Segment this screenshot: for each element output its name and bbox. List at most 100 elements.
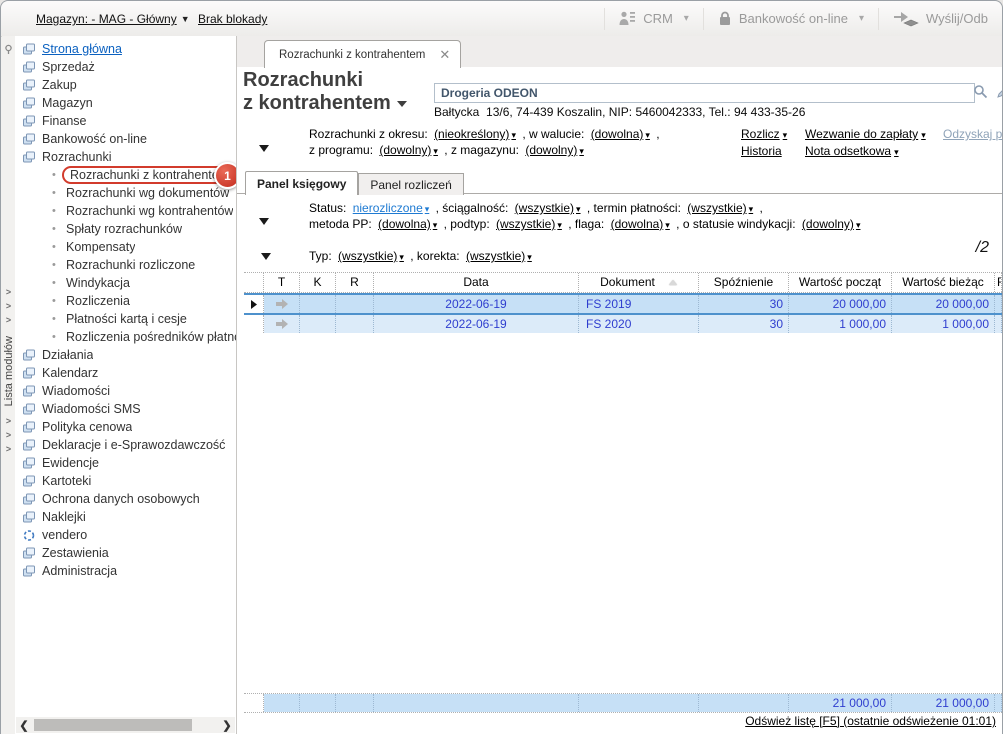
okres-dropdown[interactable]: (nieokreślony) (434, 127, 516, 141)
sciagalnosc-dropdown[interactable]: (wszystkie) (515, 201, 581, 215)
sidebar-item-administracja[interactable]: Administracja (15, 562, 236, 580)
typ-dropdown[interactable]: (wszystkie) (338, 249, 404, 263)
sidebar-item-label: Ochrona danych osobowych (42, 492, 200, 506)
sidebar-item-vendero[interactable]: vendero (15, 526, 236, 544)
program-dropdown[interactable]: (dowolny) (379, 143, 438, 157)
sidebar-item-rozrachunki-wg-kontrahentow[interactable]: •Rozrachunki wg kontrahentów (15, 202, 236, 220)
wyslij-label: Wyślij/Odb (926, 11, 988, 26)
column-header-f[interactable]: F (995, 273, 1002, 292)
sidebar-item-rozrachunki-z-kontrahentem[interactable]: •Rozrachunki z kontrahentem1 (15, 166, 236, 184)
settlements-icon (22, 151, 36, 164)
page-title: Rozrachunki z kontrahentem (243, 69, 407, 115)
rail-chevron-icon[interactable]: > (6, 288, 11, 297)
search-icon[interactable] (973, 84, 988, 104)
filters-expander-icon[interactable] (259, 145, 269, 152)
waluta-dropdown[interactable]: (dowolna) (591, 127, 650, 141)
windykacja-dropdown[interactable]: (dowolny) (802, 217, 861, 231)
column-header-wartosc-biezaca[interactable]: Wartość bieżąc (892, 273, 995, 292)
magazyn-filter-dropdown[interactable]: (dowolny) (525, 143, 584, 157)
table-row[interactable]: 2022-06-19 FS 2019 30 20 000,00 20 000,0… (244, 293, 1002, 315)
rail-chevron-icon[interactable]: > (6, 417, 11, 426)
tab-panel-ksiegowy[interactable]: Panel księgowy (245, 171, 358, 195)
contractor-input[interactable]: Drogeria ODEON (434, 83, 975, 103)
korekta-dropdown[interactable]: (wszystkie) (466, 249, 532, 263)
wezwanie-do-zaplaty-menu-button[interactable]: Wezwanie do zapłaty (805, 127, 926, 141)
sidebar-item-naklejki[interactable]: Naklejki (15, 508, 236, 526)
sidebar-item-rozrachunki-rozliczone[interactable]: •Rozrachunki rozliczone (15, 256, 236, 274)
podtyp-dropdown[interactable]: (wszystkie) (496, 217, 562, 231)
sidebar-item-label: Zestawienia (42, 546, 109, 560)
close-icon[interactable]: ✕ (439, 48, 450, 61)
sidebar-item-deklaracje[interactable]: Deklaracje i e-Sprawozdawczość (15, 436, 236, 454)
sidebar-item-rozliczenia-posrednikow[interactable]: •Rozliczenia pośredników płatno (15, 328, 236, 346)
column-header-data[interactable]: Data (374, 273, 579, 292)
sidebar-item-kartoteki[interactable]: Kartoteki (15, 472, 236, 490)
sidebar-item-magazyn[interactable]: Magazyn (15, 94, 236, 112)
sidebar-item-zestawienia[interactable]: Zestawienia (15, 544, 236, 562)
sidebar-item-dzialania[interactable]: Działania (15, 346, 236, 364)
sidebar-item-zakup[interactable]: Zakup (15, 76, 236, 94)
sidebar-item-label: Płatności kartą i cesje (66, 312, 187, 326)
sidebar-item-ochrona-danych[interactable]: Ochrona danych osobowych (15, 490, 236, 508)
rail-chevron-icon[interactable]: > (6, 445, 11, 454)
rozlicz-menu-button[interactable]: Rozlicz (741, 127, 787, 141)
scroll-left-icon[interactable]: ❮ (16, 719, 32, 732)
table-row[interactable]: 2022-06-19 FS 2020 30 1 000,00 1 000,00 (244, 315, 1002, 333)
tab-panel-rozliczen[interactable]: Panel rozliczeń (358, 173, 463, 195)
cell-t (264, 295, 300, 313)
finance-icon (22, 115, 36, 128)
sidebar-item-kompensaty[interactable]: •Kompensaty (15, 238, 236, 256)
type-filter-expander-icon[interactable] (261, 253, 271, 260)
sidebar-item-rozrachunki[interactable]: Rozrachunki (15, 148, 236, 166)
crm-menu[interactable]: CRM ▾ (604, 8, 703, 30)
title-dropdown-icon[interactable] (397, 101, 407, 107)
rail-chevron-icon[interactable]: > (6, 431, 11, 440)
sidebar-item-sprzedaz[interactable]: Sprzedaż (15, 58, 236, 76)
column-header-k[interactable]: K (300, 273, 336, 292)
sidebar-item-rozrachunki-wg-dokumentow[interactable]: •Rozrachunki wg dokumentów (15, 184, 236, 202)
column-header-wartosc-poczatkowa[interactable]: Wartość począt (789, 273, 892, 292)
sidebar-item-platnosci-karta-i-cesje[interactable]: •Płatności kartą i cesje (15, 310, 236, 328)
column-header-dokument[interactable]: Dokument (579, 273, 699, 292)
flaga-dropdown[interactable]: (dowolna) (611, 217, 670, 231)
sidebar-item-wiadomosci-sms[interactable]: Wiadomości SMS (15, 400, 236, 418)
termin-platnosci-dropdown[interactable]: (wszystkie) (687, 201, 753, 215)
sidebar-item-polityka-cenowa[interactable]: Polityka cenowa (15, 418, 236, 436)
nota-odsetkowa-menu-button[interactable]: Nota odsetkowa (805, 144, 899, 158)
bankowosc-menu[interactable]: Bankowość on-line ▾ (703, 8, 878, 30)
scroll-right-icon[interactable]: ❯ (219, 719, 235, 732)
brak-blokady-link[interactable]: Brak blokady (198, 12, 267, 26)
declarations-icon (22, 439, 36, 452)
refresh-list-link[interactable]: Odśwież listę [F5] (ostatnie odświeżenie… (745, 714, 996, 728)
tab-rozrachunki-z-kontrahentem[interactable]: Rozrachunki z kontrahentem ✕ (264, 40, 461, 68)
pin-icon[interactable] (3, 42, 14, 60)
personal-data-icon (22, 493, 36, 506)
rail-chevron-icon[interactable]: > (6, 302, 11, 311)
column-header-r[interactable]: R (336, 273, 374, 292)
sidebar-item-label-highlighted: Rozrachunki z kontrahentem (62, 166, 236, 184)
magazyn-selector[interactable]: Magazyn: - MAG - Główny▼ (36, 12, 190, 26)
cell-wartosc-poczatkowa: 20 000,00 (789, 295, 892, 313)
status-dropdown[interactable]: nierozliczone (353, 201, 430, 215)
status-filters-expander-icon[interactable] (259, 218, 269, 225)
sidebar-item-wiadomosci[interactable]: Wiadomości (15, 382, 236, 400)
rail-chevron-icon[interactable]: > (6, 316, 11, 325)
sidebar-item-ewidencje[interactable]: Ewidencje (15, 454, 236, 472)
sidebar-horizontal-scrollbar[interactable]: ❮ ❯ (16, 717, 235, 733)
sidebar-item-finanse[interactable]: Finanse (15, 112, 236, 130)
wyslij-odbierz-button[interactable]: Wyślij/Odb (878, 8, 1002, 30)
metoda-pp-dropdown[interactable]: (dowolna) (378, 217, 437, 231)
crm-person-icon (619, 11, 636, 26)
column-header-t[interactable]: T (264, 273, 300, 292)
odzyskaj-pieniadze-link[interactable]: Odzyskaj pieni (943, 127, 1002, 141)
sidebar-item-bankowosc-online[interactable]: Bankowość on-line (15, 130, 236, 148)
sidebar-item-windykacja[interactable]: •Windykacja (15, 274, 236, 292)
sidebar-item-strona-glowna[interactable]: Strona główna (15, 40, 236, 58)
historia-link[interactable]: Historia (741, 144, 785, 158)
sidebar-item-splaty-rozrachunkow[interactable]: •Spłaty rozrachunków (15, 220, 236, 238)
edit-pencil-icon[interactable] (996, 84, 1002, 104)
column-header-spoznienie[interactable]: Spóźnienie (699, 273, 789, 292)
scrollbar-thumb[interactable] (34, 719, 192, 731)
sidebar-item-kalendarz[interactable]: Kalendarz (15, 364, 236, 382)
sidebar-item-rozliczenia[interactable]: •Rozliczenia (15, 292, 236, 310)
